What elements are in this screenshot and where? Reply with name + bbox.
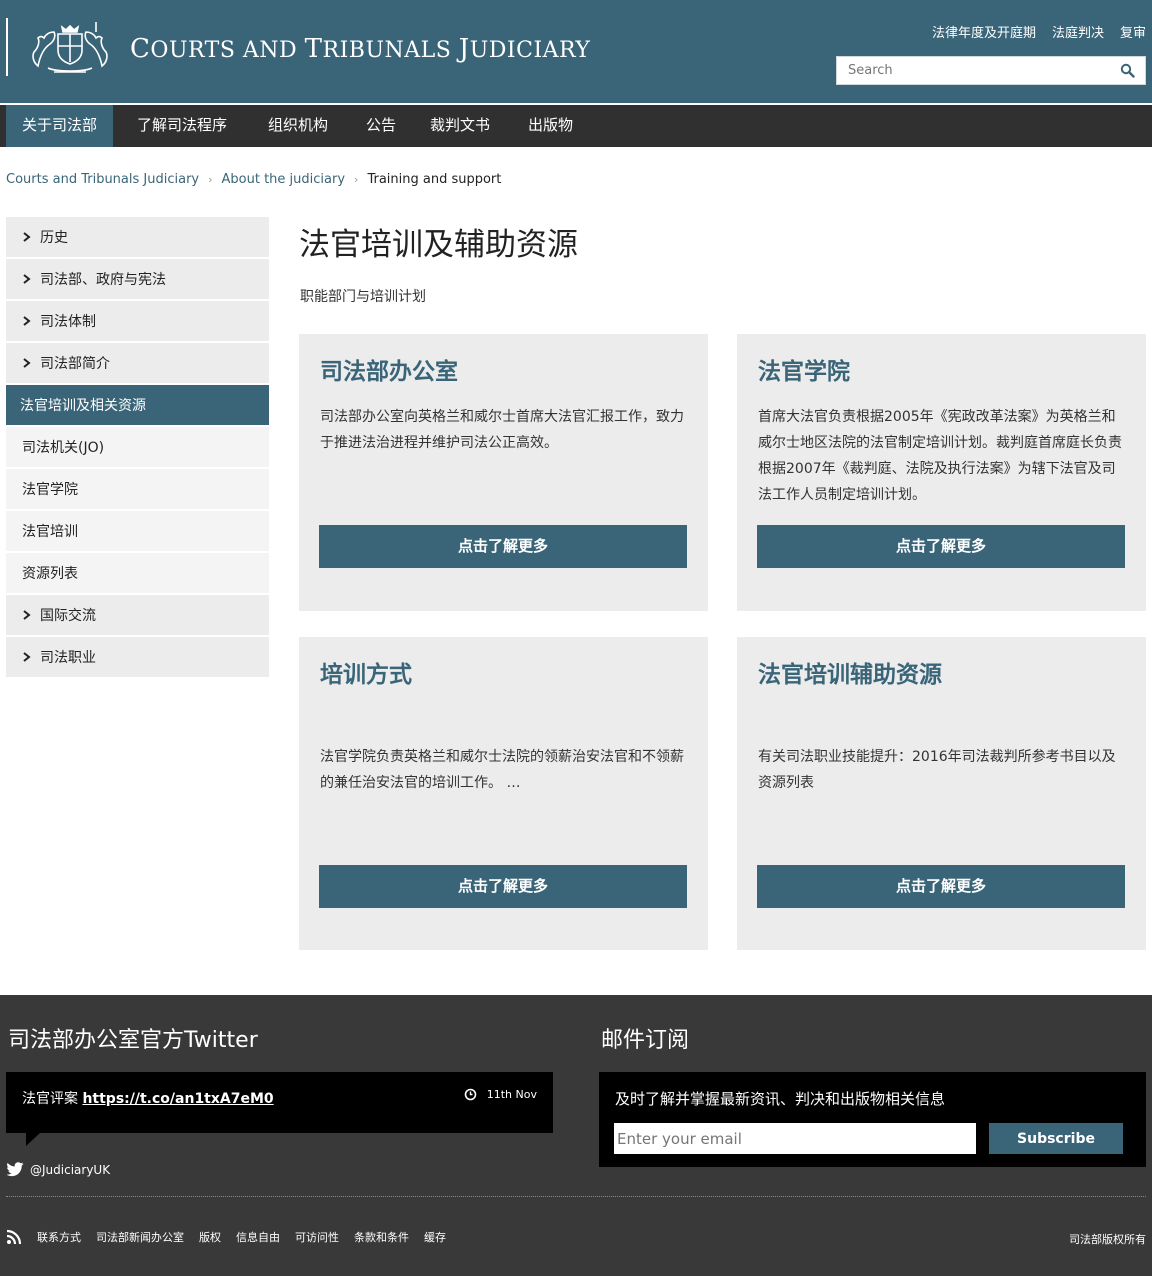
sidebar-item-label: 司法部简介 [40,356,110,372]
search-box [836,56,1146,85]
newsletter-description: 及时了解并掌握最新资讯、判决和出版物相关信息 [615,1090,946,1108]
twitter-handle-link[interactable]: @JudiciaryUK [6,1162,110,1177]
card-office: 司法部办公室 司法部办公室向英格兰和威尔士首席大法官汇报工作，致力于推进法治进程… [299,334,708,611]
sidebar-item-international[interactable]: 国际交流 [6,595,269,635]
twitter-handle-label: @JudiciaryUK [30,1162,111,1177]
chevron-right-icon [23,232,31,242]
nav-item-process[interactable]: 了解司法程序 [137,105,227,147]
footer-link-contact[interactable]: 联系方式 [37,1229,81,1245]
page-subtitle: 职能部门与培训计划 [300,289,426,305]
sidebar-subitem-resources[interactable]: 资源列表 [6,553,269,593]
sidebar-subitem-college[interactable]: 法官学院 [6,469,269,509]
card-title[interactable]: 法官学院 [758,352,850,386]
page-title: 法官培训及辅助资源 [299,227,578,263]
learn-more-button[interactable]: 点击了解更多 [757,525,1125,568]
card-title[interactable]: 司法部办公室 [320,352,458,386]
site-header: COURTS AND TRIBUNALS JUDICIARY 法律年度及开庭期 … [0,0,1152,103]
learn-more-button[interactable]: 点击了解更多 [319,865,687,908]
footer-link-press[interactable]: 司法部新闻办公室 [96,1229,184,1245]
utility-links: 法律年度及开庭期 法庭判决 复审 [932,22,1146,41]
sidebar: 历史 司法部、政府与宪法 司法体制 司法部简介 法官培训及相关资源 司法机关(J… [6,217,269,679]
breadcrumb: Courts and Tribunals Judiciary › About t… [6,172,501,187]
card-text: 首席大法官负责根据2005年《宪政改革法案》为英格兰和威尔士地区法院的法官制定培… [758,409,1122,503]
card-college: 法官学院 首席大法官负责根据2005年《宪政改革法案》为英格兰和威尔士地区法院的… [737,334,1146,611]
copyright-notice: 司法部版权所有 [1069,1233,1146,1246]
sidebar-item-intro[interactable]: 司法部简介 [6,343,269,383]
nav-item-judgments[interactable]: 裁判文书 [430,105,490,147]
header-divider [6,18,8,76]
footer-link-copyright[interactable]: 版权 [199,1229,221,1245]
email-field[interactable] [614,1123,976,1154]
chevron-right-icon [23,316,31,326]
nav-item-about[interactable]: 关于司法部 [6,105,114,147]
sidebar-item-careers[interactable]: 司法职业 [6,637,269,677]
learn-more-button[interactable]: 点击了解更多 [319,525,687,568]
sidebar-item-label: 历史 [40,230,68,246]
footer-link-accessibility[interactable]: 可访问性 [295,1229,339,1245]
sidebar-subitem-jo[interactable]: 司法机关(JO) [6,427,269,467]
tweet-time: 11th Nov [464,1088,537,1101]
card-title[interactable]: 培训方式 [320,655,412,689]
clock-icon [464,1088,477,1101]
learn-more-button[interactable]: 点击了解更多 [757,865,1125,908]
breadcrumb-current: Training and support [367,172,502,187]
chevron-right-icon [23,274,31,284]
site-title[interactable]: COURTS AND TRIBUNALS JUDICIARY [130,34,590,64]
nav-item-publications[interactable]: 出版物 [528,105,573,147]
footer-link-foi[interactable]: 信息自由 [236,1229,280,1245]
sidebar-item-history[interactable]: 历史 [6,217,269,257]
footer-link-cache[interactable]: 缓存 [424,1229,446,1245]
main-nav: 关于司法部 了解司法程序 组织机构 公告 裁判文书 出版物 [0,105,1152,147]
tweet-box: 法官评案 https://t.co/an1txA7eM0 11th Nov [6,1072,553,1133]
utility-link-judgments[interactable]: 法庭判决 [1052,22,1104,41]
utility-link-review[interactable]: 复审 [1120,22,1146,41]
card-text: 司法部办公室向英格兰和威尔士首席大法官汇报工作，致力于推进法治进程并维护司法公正… [320,409,684,451]
newsletter-box: 及时了解并掌握最新资讯、判决和出版物相关信息 Subscribe [599,1072,1146,1167]
chevron-right-icon [23,652,31,662]
card-text: 法官学院负责英格兰和威尔士法院的领薪治安法官和不领薪的兼任治安法官的培训工作。 … [320,749,684,791]
utility-link-legal-year[interactable]: 法律年度及开庭期 [932,22,1036,41]
footer-link-terms[interactable]: 条款和条件 [354,1229,409,1245]
royal-coat-of-arms-icon[interactable] [24,16,116,78]
nav-item-announcements[interactable]: 公告 [366,105,396,147]
tweet-prefix: 法官评案 [22,1091,83,1107]
breadcrumb-link-about[interactable]: About the judiciary [222,172,346,187]
search-input[interactable] [837,57,1107,84]
mail-heading: 邮件订阅 [601,1028,690,1053]
chevron-right-icon [23,610,31,620]
footer-links: 联系方式 司法部新闻办公室 版权 信息自由 可访问性 条款和条件 缓存 [6,1229,446,1245]
sidebar-item-label: 国际交流 [40,608,96,624]
chevron-right-icon [23,358,31,368]
breadcrumb-chevron-icon: › [208,173,213,186]
twitter-bird-icon [6,1162,24,1177]
tweet-link[interactable]: https://t.co/an1txA7eM0 [82,1091,273,1107]
sidebar-item-label: 司法部、政府与宪法 [40,272,166,288]
breadcrumb-link-home[interactable]: Courts and Tribunals Judiciary [6,172,199,187]
nav-item-organisation[interactable]: 组织机构 [268,105,328,147]
sidebar-item-constitution[interactable]: 司法部、政府与宪法 [6,259,269,299]
sidebar-item-label: 司法职业 [40,650,96,666]
card-title[interactable]: 法官培训辅助资源 [758,655,942,689]
search-icon[interactable] [1119,62,1137,80]
card-resources: 法官培训辅助资源 有关司法职业技能提升：2016年司法裁判所参考书目以及资源列表… [737,637,1146,950]
sidebar-item-system[interactable]: 司法体制 [6,301,269,341]
card-text: 有关司法职业技能提升：2016年司法裁判所参考书目以及资源列表 [758,749,1116,791]
tweet-text: 法官评案 https://t.co/an1txA7eM0 [22,1088,274,1108]
rss-icon[interactable] [6,1229,22,1245]
breadcrumb-chevron-icon: › [354,173,359,186]
card-methods: 培训方式 法官学院负责英格兰和威尔士法院的领薪治安法官和不领薪的兼任治安法官的培… [299,637,708,950]
tweet-pointer [26,1133,40,1146]
sidebar-subitem-training[interactable]: 法官培训 [6,511,269,551]
footer-divider [6,1196,1146,1197]
twitter-heading: 司法部办公室官方Twitter [8,1028,258,1053]
sidebar-item-label: 司法体制 [40,314,96,330]
subscribe-button[interactable]: Subscribe [989,1123,1123,1154]
tweet-time-label: 11th Nov [486,1088,537,1101]
sidebar-item-training-active[interactable]: 法官培训及相关资源 [6,385,269,425]
